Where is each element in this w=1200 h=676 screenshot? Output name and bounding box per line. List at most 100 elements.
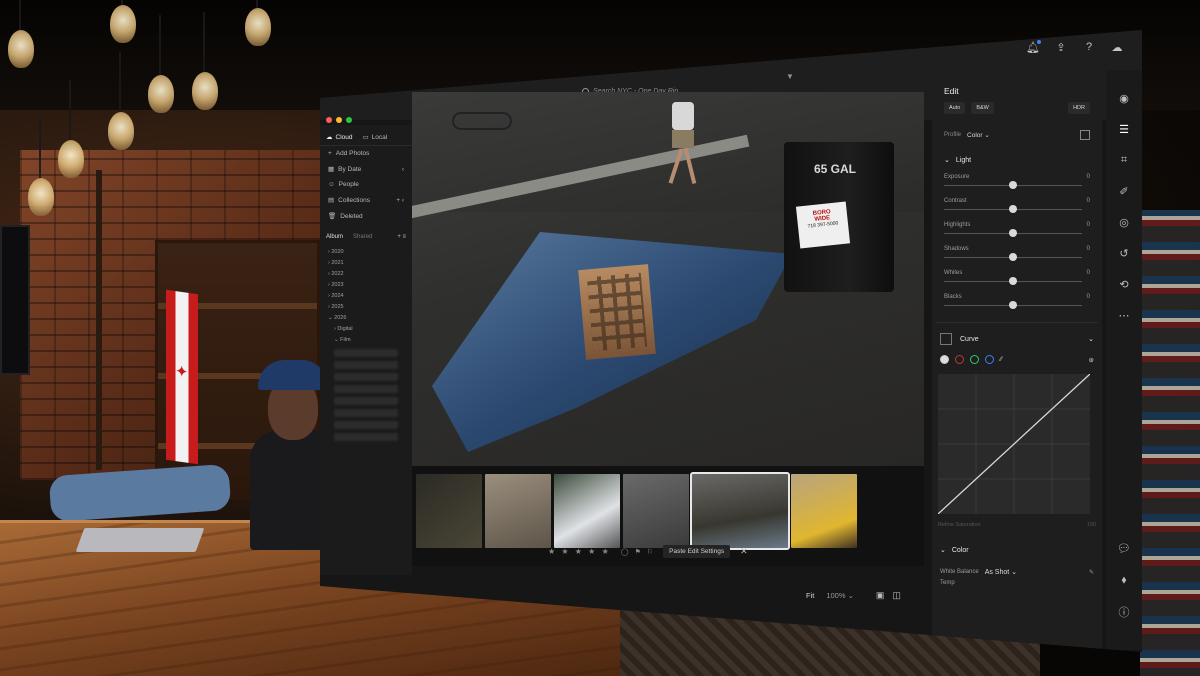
- tab-local[interactable]: ▭ Local: [362, 133, 387, 142]
- year-folder[interactable]: ⌄ 2026: [320, 312, 412, 323]
- year-folder[interactable]: › 2022: [320, 268, 412, 279]
- album-item[interactable]: [334, 361, 398, 369]
- slider-knob[interactable]: [1009, 181, 1017, 189]
- slider-contrast[interactable]: Contrast 0: [932, 194, 1102, 218]
- slider-highlights[interactable]: Highlights 0: [932, 218, 1102, 242]
- main-photo[interactable]: 65 GAL BORO WIDE 718 397-5000: [412, 92, 924, 502]
- auto-button[interactable]: Auto: [944, 102, 966, 114]
- slider-knob[interactable]: [1009, 253, 1017, 261]
- filmstrip-thumb[interactable]: [623, 474, 689, 548]
- add-album-icon[interactable]: + ≡: [397, 234, 406, 240]
- sidebar-item-deleted[interactable]: 🗑︎ Deleted: [320, 208, 412, 224]
- sidebar-item-by-date[interactable]: ▦ By Date ‹: [320, 161, 412, 177]
- subfolder[interactable]: ⌄ Film: [320, 334, 412, 345]
- tab-shared[interactable]: Shared: [353, 234, 372, 240]
- filmstrip-thumb-selected[interactable]: [690, 472, 790, 550]
- light-section-header[interactable]: ⌄ Light: [932, 146, 1102, 170]
- channel-red[interactable]: [955, 355, 964, 364]
- filmstrip-thumb[interactable]: [554, 474, 620, 548]
- zoom-level[interactable]: 100% ⌄: [826, 591, 854, 600]
- help-icon[interactable]: ?: [1082, 40, 1096, 54]
- year-folder[interactable]: › 2025: [320, 301, 412, 312]
- star-rating[interactable]: ★ ★ ★ ★ ★: [548, 547, 611, 556]
- flag-icon[interactable]: ⚐: [647, 548, 653, 556]
- flag-reject-icon[interactable]: ◯: [621, 548, 629, 556]
- window-controls[interactable]: [326, 117, 352, 123]
- paste-edit-settings-button[interactable]: Paste Edit Settings: [663, 545, 731, 558]
- filmstrip-thumb[interactable]: [416, 474, 482, 548]
- color-section-header[interactable]: ⌄ Color: [932, 532, 1102, 560]
- crop-icon[interactable]: ⌗: [1116, 152, 1132, 168]
- slider-whites[interactable]: Whites 0: [932, 266, 1102, 290]
- white-balance-dropdown[interactable]: As Shot ⌄: [985, 568, 1017, 576]
- tab-album[interactable]: Album: [326, 234, 343, 240]
- refine-saturation-row[interactable]: Refine Saturation 100: [932, 518, 1102, 532]
- slider-exposure[interactable]: Exposure 0: [932, 170, 1102, 194]
- edit-title: Edit: [944, 86, 959, 96]
- history-icon[interactable]: ⟲: [1116, 276, 1132, 292]
- masking-icon[interactable]: ◎: [1116, 214, 1132, 230]
- slider-knob[interactable]: [1009, 301, 1017, 309]
- album-item[interactable]: [334, 349, 398, 357]
- sidebar-item-label: By Date: [338, 165, 362, 173]
- bell-icon[interactable]: 🔔︎: [1026, 40, 1041, 54]
- cloud-icon[interactable]: ☁: [1110, 40, 1124, 54]
- info-icon[interactable]: ⓘ: [1116, 604, 1132, 620]
- year-folder[interactable]: › 2023: [320, 279, 412, 290]
- year-folder[interactable]: › 2021: [320, 257, 412, 268]
- curve-section-header[interactable]: Curve ⌄: [936, 322, 1098, 349]
- slider-knob[interactable]: [1009, 205, 1017, 213]
- healing-icon[interactable]: ✐: [1116, 183, 1132, 199]
- versions-icon[interactable]: ↺: [1116, 245, 1132, 261]
- filmstrip-thumb[interactable]: [485, 474, 551, 548]
- slider-shadows[interactable]: Shadows 0: [932, 242, 1102, 266]
- plus-icon[interactable]: + ‹: [396, 197, 404, 204]
- minimize-window-button[interactable]: [336, 117, 342, 123]
- more-icon[interactable]: ⋯: [1116, 307, 1132, 323]
- album-item[interactable]: [334, 385, 398, 393]
- album-item[interactable]: [334, 397, 398, 405]
- share-icon[interactable]: ⇪: [1054, 40, 1068, 54]
- album-item[interactable]: [334, 433, 398, 441]
- eyedropper-icon[interactable]: ✎: [1089, 569, 1094, 576]
- slider-knob[interactable]: [1009, 229, 1017, 237]
- subfolder[interactable]: › Digital: [320, 323, 412, 334]
- sidebar-item-label: Collections: [338, 196, 370, 204]
- channel-green[interactable]: [970, 355, 979, 364]
- fit-button[interactable]: Fit: [806, 591, 814, 600]
- tag-icon[interactable]: ⬧: [1116, 572, 1132, 588]
- tone-curve-graph[interactable]: [938, 374, 1090, 514]
- bw-button[interactable]: B&W: [971, 102, 994, 114]
- compare-view-icon[interactable]: ▣: [876, 590, 885, 601]
- edit-sliders-icon[interactable]: ☰: [1116, 121, 1132, 137]
- bulb: [110, 0, 136, 43]
- filter-icon[interactable]: ▼: [786, 72, 794, 81]
- profile-dropdown[interactable]: Color ⌄: [967, 131, 990, 139]
- close-window-button[interactable]: [326, 117, 332, 123]
- add-photos-button[interactable]: + Add Photos: [320, 146, 412, 161]
- close-icon[interactable]: ✕: [740, 546, 748, 557]
- album-item[interactable]: [334, 373, 398, 381]
- split-view-icon[interactable]: ◫: [892, 590, 901, 601]
- channel-blue[interactable]: [985, 355, 994, 364]
- channel-rgb[interactable]: [940, 355, 949, 364]
- maximize-window-button[interactable]: [346, 117, 352, 123]
- album-item[interactable]: [334, 409, 398, 417]
- filmstrip-thumb[interactable]: [791, 474, 857, 548]
- sidebar-item-people[interactable]: ☺ People: [320, 177, 412, 192]
- hdr-button[interactable]: HDR: [1068, 102, 1090, 114]
- slider-knob[interactable]: [1009, 277, 1017, 285]
- comment-icon[interactable]: 💬︎: [1116, 540, 1132, 556]
- album-item[interactable]: [334, 421, 398, 429]
- presets-icon[interactable]: ◉: [1116, 90, 1132, 106]
- profile-browser-icon[interactable]: [1080, 130, 1090, 140]
- target-adjust-icon[interactable]: ⊕: [1089, 356, 1094, 364]
- year-folder[interactable]: › 2020: [320, 246, 412, 257]
- year-folder[interactable]: › 2024: [320, 290, 412, 301]
- flag-pick-icon[interactable]: ⚑: [635, 548, 641, 556]
- slider-blacks[interactable]: Blacks 0: [932, 290, 1102, 314]
- parametric-curve-icon[interactable]: ∕∕: [1000, 356, 1002, 363]
- sidebar-item-collections[interactable]: ▤ Collections + ‹: [320, 192, 412, 208]
- computer-icon: ▭: [362, 134, 369, 141]
- tab-cloud[interactable]: ☁ Cloud: [326, 133, 352, 142]
